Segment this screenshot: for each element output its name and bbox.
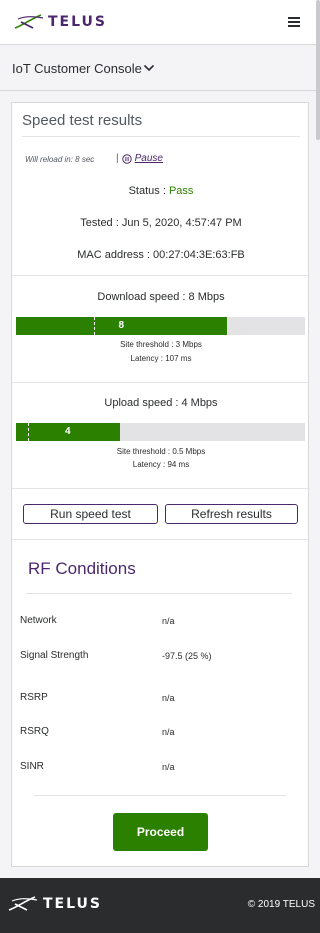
download-speed-title: Download speed : 8 Mbps — [97, 291, 225, 303]
rf-value-signal-strength: -97.5 (25 %) — [162, 651, 212, 661]
scrollbar[interactable] — [316, 0, 320, 140]
status-line: Status : Pass — [12, 185, 310, 197]
divider — [34, 795, 286, 796]
console-selector[interactable]: IoT Customer Console — [0, 45, 320, 91]
divider — [12, 382, 310, 383]
divider — [26, 593, 292, 594]
reload-countdown: Will reload in: 8 sec — [25, 155, 95, 164]
speed-test-card: Speed test results Will reload in: 8 sec… — [11, 102, 310, 867]
upload-bar-fill: 4 — [16, 423, 121, 441]
rf-value-rsrq: n/a — [162, 727, 175, 737]
copyright-text: © 2019 TELUS — [247, 899, 315, 910]
footer: TELUS © 2019 TELUS — [0, 878, 320, 933]
download-bar-value: 8 — [118, 320, 125, 331]
rf-label-sinr: SINR — [20, 761, 44, 772]
download-bar-fill: 8 — [16, 317, 227, 335]
rf-label-rsrp: RSRP — [20, 692, 48, 703]
chevron-down-icon — [143, 64, 155, 72]
status-value: Pass — [168, 185, 194, 197]
mac-address: MAC address : 00:27:04:3E:63:FB — [77, 249, 245, 261]
divider — [12, 488, 310, 489]
download-latency-text: Latency : 107 ms — [130, 354, 192, 363]
pause-icon — [121, 153, 132, 164]
upload-threshold-text: Site threshold : 0.5 Mbps — [116, 447, 206, 456]
upload-speed-title: Upload speed : 4 Mbps — [104, 397, 218, 409]
telus-mark-icon — [14, 14, 44, 29]
run-speed-test-button[interactable]: Run speed test — [23, 504, 158, 524]
footer-telus-logo[interactable]: TELUS — [6, 895, 102, 913]
rf-label-signal-strength: Signal Strength — [20, 650, 89, 661]
separator: | — [116, 153, 119, 164]
pause-link[interactable]: | Pause — [116, 153, 163, 164]
divider — [12, 539, 310, 540]
upload-speed-bar: 4 — [16, 423, 305, 441]
rf-value-rsrp: n/a — [162, 693, 175, 703]
rf-label-rsrq: RSRQ — [20, 726, 49, 737]
download-threshold-marker — [94, 317, 96, 335]
refresh-results-button[interactable]: Refresh results — [165, 504, 298, 524]
top-navigation-bar: TELUS — [0, 0, 320, 45]
tested-timestamp: Tested : Jun 5, 2020, 4:57:47 PM — [80, 217, 242, 229]
console-title: IoT Customer Console — [12, 61, 142, 76]
upload-bar-value: 4 — [65, 426, 71, 437]
divider — [22, 136, 300, 137]
hamburger-menu-icon[interactable] — [288, 17, 300, 28]
rf-value-sinr: n/a — [162, 762, 175, 772]
brand-name: TELUS — [48, 14, 107, 30]
rf-value-network: n/a — [162, 616, 175, 626]
rf-conditions-title: RF Conditions — [28, 559, 136, 578]
telus-mark-icon — [8, 896, 38, 911]
upload-latency-text: Latency : 94 ms — [132, 460, 190, 469]
status-label: Status : — [128, 185, 166, 197]
download-speed-bar: 8 — [16, 317, 305, 335]
proceed-button[interactable]: Proceed — [113, 813, 208, 851]
rf-label-network: Network — [20, 615, 57, 626]
pause-label: Pause — [134, 153, 163, 164]
divider — [12, 275, 310, 276]
download-threshold-text: Site threshold : 3 Mbps — [120, 340, 202, 349]
telus-logo[interactable]: TELUS — [13, 11, 107, 33]
upload-threshold-marker — [27, 423, 29, 441]
speed-test-title: Speed test results — [22, 112, 143, 129]
footer-brand-name: TELUS — [43, 896, 102, 912]
